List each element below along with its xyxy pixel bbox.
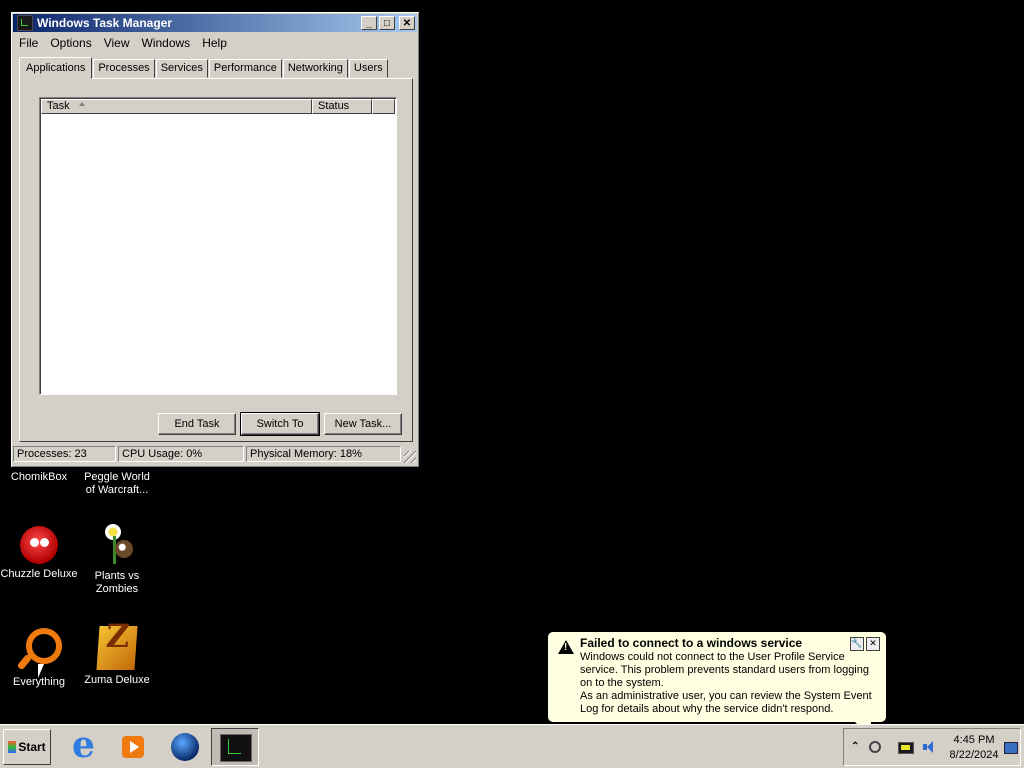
new-task-button[interactable]: New Task...	[324, 413, 402, 435]
column-task[interactable]: Task	[41, 99, 312, 114]
zuma-deluxe-icon	[96, 626, 138, 670]
desktop-icon-label: Zuma Deluxe	[84, 674, 150, 686]
close-button[interactable]: ✕	[399, 16, 415, 30]
taskbar: Start ⌃ 4:45 PM 8/22/2024	[0, 724, 1024, 768]
clock-time: 4:45 PM	[953, 734, 995, 746]
column-status-label: Status	[318, 100, 350, 112]
warning-icon	[558, 640, 574, 654]
task-manager-window[interactable]: Windows Task Manager _ □ ✕ File Options …	[10, 11, 420, 468]
status-cpu: CPU Usage: 0%	[118, 446, 244, 462]
applications-panel: Task Status End Task Switch To New Task.…	[19, 78, 413, 442]
desktop-icon-peggle[interactable]: Peggle World of Warcraft...	[78, 471, 156, 497]
start-button[interactable]: Start	[3, 729, 51, 765]
show-desktop-icon[interactable]	[1004, 742, 1018, 754]
status-memory: Physical Memory: 18%	[246, 446, 401, 462]
tab-services[interactable]: Services	[155, 59, 208, 78]
status-processes: Processes: 23	[13, 446, 116, 462]
switch-to-button[interactable]: Switch To	[240, 412, 320, 436]
maximize-button[interactable]: □	[379, 16, 395, 30]
tab-networking[interactable]: Networking	[282, 59, 348, 78]
desktop-icon-everything[interactable]: Everything	[0, 626, 78, 689]
resize-grip-icon[interactable]	[404, 451, 416, 463]
task-manager-icon	[17, 15, 33, 31]
desktop-icon-label: Plants vs Zombies	[94, 570, 140, 595]
window-title: Windows Task Manager	[37, 16, 173, 30]
globe-icon[interactable]	[168, 730, 202, 764]
clock-date: 8/22/2024	[949, 749, 999, 761]
balloon-body: Windows could not connect to the User Pr…	[580, 651, 869, 689]
list-header: Task Status	[41, 99, 395, 114]
column-status[interactable]: Status	[312, 99, 372, 114]
tray-status-icon[interactable]	[869, 741, 881, 753]
windows-logo-icon	[8, 741, 17, 753]
tab-processes[interactable]: Processes	[93, 59, 155, 78]
tab-performance[interactable]: Performance	[208, 59, 282, 78]
notification-balloon[interactable]: 🔧 ✕ Failed to connect to a windows servi…	[547, 631, 887, 723]
action-buttons: End Task Switch To New Task...	[158, 412, 402, 436]
end-task-button[interactable]: End Task	[158, 413, 236, 435]
desktop-icon-label: Chuzzle Deluxe	[0, 568, 78, 580]
balloon-body-2: As an administrative user, you can revie…	[580, 690, 872, 715]
desktop-icon-zuma[interactable]: Zuma Deluxe	[78, 626, 156, 687]
menu-bar: File Options View Windows Help	[13, 33, 417, 53]
minimize-button[interactable]: _	[361, 16, 377, 30]
balloon-controls: 🔧 ✕	[850, 637, 880, 651]
tray-display-icon[interactable]	[898, 742, 914, 754]
tab-applications[interactable]: Applications	[19, 57, 93, 79]
task-list[interactable]: Task Status	[39, 97, 397, 395]
tab-users[interactable]: Users	[348, 59, 388, 78]
menu-options[interactable]: Options	[44, 36, 97, 50]
media-player-icon[interactable]	[118, 730, 152, 764]
title-bar[interactable]: Windows Task Manager _ □ ✕	[13, 14, 417, 32]
desktop-icon-label: Peggle World of Warcraft...	[84, 471, 150, 496]
desktop-icon-plants-vs-zombies[interactable]: Plants vs Zombies	[78, 522, 156, 596]
tab-strip: Applications Processes Services Performa…	[19, 57, 389, 79]
status-bar: Processes: 23 CPU Usage: 0% Physical Mem…	[13, 446, 417, 464]
system-tray: ⌃ 4:45 PM 8/22/2024	[843, 728, 1021, 766]
sort-ascending-icon	[79, 102, 85, 106]
internet-explorer-icon[interactable]	[68, 724, 102, 766]
tray-expand-icon[interactable]: ⌃	[851, 741, 859, 752]
desktop-icon-chuzzle[interactable]: Chuzzle Deluxe	[0, 526, 78, 581]
menu-windows[interactable]: Windows	[136, 36, 197, 50]
menu-help[interactable]: Help	[196, 36, 233, 50]
start-label: Start	[18, 740, 46, 754]
balloon-title: Failed to connect to a windows service	[580, 636, 803, 650]
menu-file[interactable]: File	[13, 36, 44, 50]
column-task-label: Task	[47, 100, 70, 112]
taskbar-task-manager-button[interactable]	[211, 728, 259, 766]
chuzzle-icon	[20, 526, 58, 564]
desktop-icon-label: ChomikBox	[10, 471, 68, 483]
clock[interactable]: 4:45 PM 8/22/2024	[944, 733, 1004, 763]
balloon-close-button[interactable]: ✕	[866, 637, 880, 651]
column-filler	[372, 99, 395, 114]
speaker-icon[interactable]	[923, 741, 935, 753]
plants-vs-zombies-icon	[95, 522, 139, 566]
desktop-icon-chomikbox[interactable]: ChomikBox	[0, 471, 78, 484]
mouse-cursor-icon	[38, 664, 44, 678]
balloon-settings-button[interactable]: 🔧	[850, 637, 864, 651]
menu-view[interactable]: View	[98, 36, 136, 50]
